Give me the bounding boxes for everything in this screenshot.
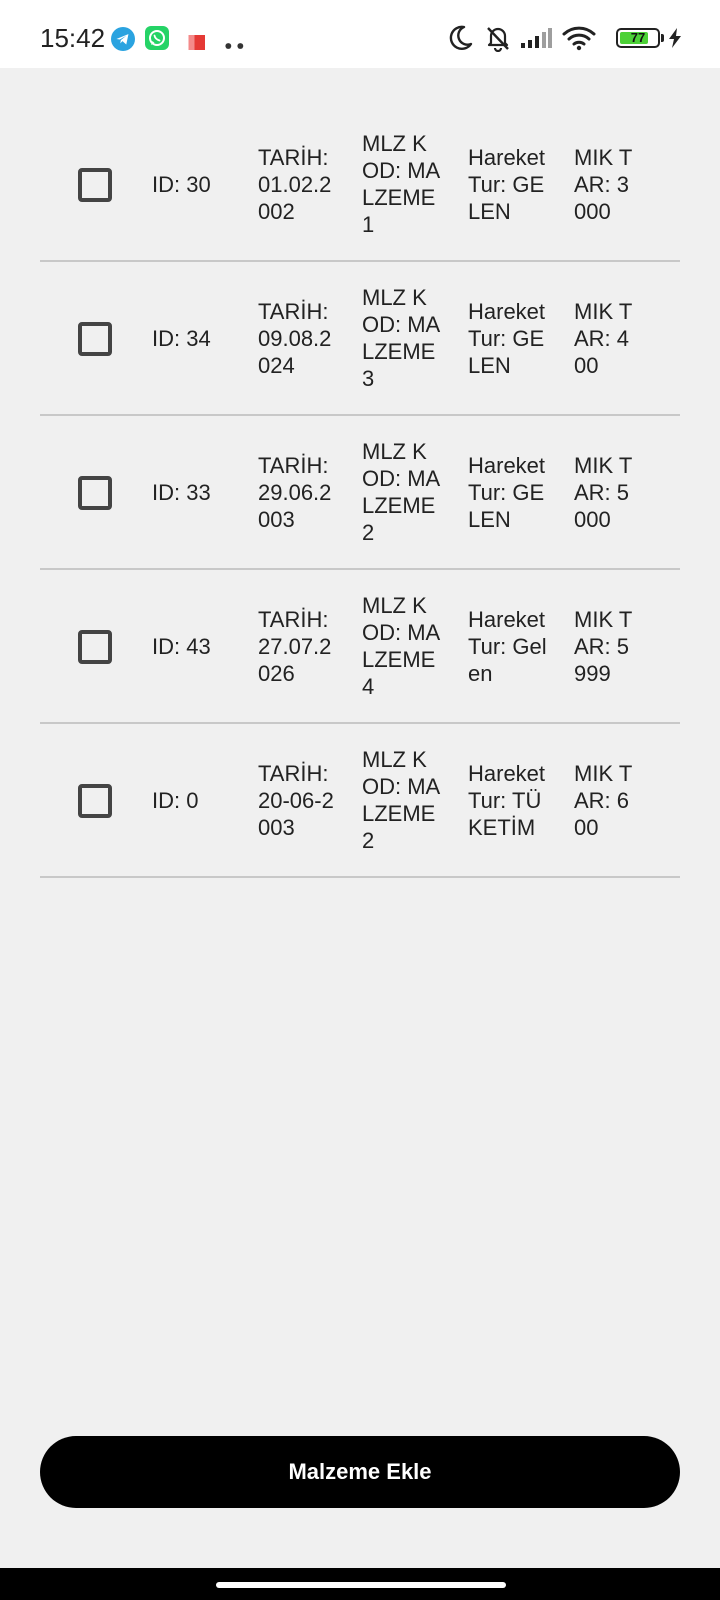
item-quantity: MIK TAR: 3000: [574, 144, 633, 224]
item-checkbox[interactable]: [78, 784, 112, 818]
item-id: ID: 43: [152, 633, 211, 659]
more-dots-icon: [225, 43, 244, 49]
battery-icon: 77: [616, 28, 660, 48]
item-movement-type: Hareket Tur: GELEN: [468, 452, 546, 532]
add-material-button[interactable]: Malzeme Ekle: [40, 1436, 680, 1508]
item-material-code: MLZ KOD: MALZEME1: [362, 131, 441, 237]
item-movement-type: Hareket Tur: GELEN: [468, 144, 546, 224]
item-material-code: MLZ KOD: MALZEME3: [362, 285, 441, 391]
status-bar: 15:42 77: [0, 0, 720, 68]
navigation-bar: [0, 1568, 720, 1600]
whatsapp-icon: [145, 26, 169, 50]
item-quantity: MIK TAR: 400: [574, 298, 633, 378]
item-id: ID: 30: [152, 171, 211, 197]
item-material-code: MLZ KOD: MALZEME2: [362, 747, 441, 853]
item-movement-type: Hareket Tur: TÜKETİM: [468, 760, 546, 840]
item-date: TARİH: 29.06.2003: [258, 452, 332, 532]
item-material-code: MLZ KOD: MALZEME2: [362, 439, 441, 545]
signal-icon: [521, 28, 552, 48]
list-item: ID: 34 TARİH: 09.08.2024 MLZ KOD: MALZEM…: [40, 262, 680, 416]
notification-flag-icon: [188, 35, 205, 50]
item-date: TARİH: 27.07.2026: [258, 606, 332, 686]
item-quantity: MIK TAR: 5999: [574, 606, 633, 686]
item-quantity: MIK TAR: 600: [574, 760, 633, 840]
charging-bolt-icon: [669, 28, 681, 48]
list-item: ID: 30 TARİH: 01.02.2002 MLZ KOD: MALZEM…: [40, 108, 680, 262]
status-time: 15:42: [40, 23, 106, 53]
item-movement-type: Hareket Tur: GELEN: [468, 298, 546, 378]
item-checkbox[interactable]: [78, 630, 112, 664]
list-item: ID: 0 TARİH: 20-06-2003 MLZ KOD: MALZEME…: [40, 724, 680, 878]
battery-cap: [661, 34, 664, 42]
list-item: ID: 43 TARİH: 27.07.2026 MLZ KOD: MALZEM…: [40, 570, 680, 724]
item-id: ID: 34: [152, 325, 211, 351]
item-movement-type: Hareket Tur: Gelen: [468, 606, 547, 686]
telegram-icon: [111, 27, 135, 51]
bell-off-icon: [487, 27, 509, 52]
battery-level: 77: [630, 30, 646, 45]
home-indicator[interactable]: [216, 1582, 506, 1588]
movement-list[interactable]: ID: 30 TARİH: 01.02.2002 MLZ KOD: MALZEM…: [40, 108, 680, 878]
item-date: TARİH: 20-06-2003: [258, 760, 334, 840]
item-quantity: MIK TAR: 5000: [574, 452, 633, 532]
item-date: TARİH: 01.02.2002: [258, 144, 332, 224]
list-item: ID: 33 TARİH: 29.06.2003 MLZ KOD: MALZEM…: [40, 416, 680, 570]
item-id: ID: 0: [152, 787, 199, 813]
item-checkbox[interactable]: [78, 168, 112, 202]
item-id: ID: 33: [152, 479, 211, 505]
moon-icon: [449, 25, 473, 50]
wifi-icon: [562, 26, 596, 51]
item-material-code: MLZ KOD: MALZEME4: [362, 593, 441, 699]
item-checkbox[interactable]: [78, 476, 112, 510]
item-checkbox[interactable]: [78, 322, 112, 356]
item-date: TARİH: 09.08.2024: [258, 298, 332, 378]
